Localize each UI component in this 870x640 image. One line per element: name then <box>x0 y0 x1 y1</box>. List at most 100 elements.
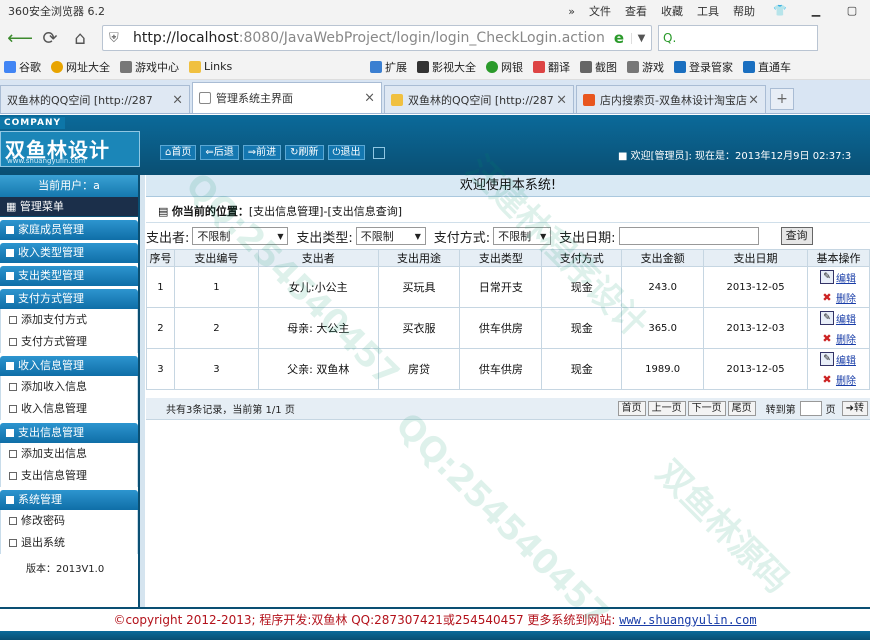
sidebar-item-add-payment[interactable]: 添加支付方式 <box>0 309 138 331</box>
page-number-input[interactable] <box>799 401 822 416</box>
ext-translate[interactable]: 翻译 <box>533 59 570 75</box>
shirt-icon[interactable]: 👕 <box>769 2 791 20</box>
edit-link[interactable]: 编辑 <box>836 270 856 285</box>
edit-icon[interactable]: ✎ <box>819 311 834 325</box>
fav-google[interactable]: 谷歌 <box>4 59 41 75</box>
nav-logout-button[interactable]: ⏻退出 <box>327 145 366 160</box>
sidebar-section-income[interactable]: 收入信息管理 <box>0 356 138 376</box>
back-arrow-icon: ⇐ <box>205 147 214 158</box>
cell-id: 3 <box>173 348 259 390</box>
edit-icon[interactable]: ✎ <box>819 270 834 284</box>
close-icon[interactable]: × <box>172 92 183 107</box>
ext-login-manager[interactable]: 登录管家 <box>674 59 733 75</box>
tab-qq-space-2[interactable]: 双鱼林的QQ空间 [http://287 × <box>384 85 574 113</box>
menu-view[interactable]: 查看 <box>625 3 647 19</box>
next-page-button[interactable]: 下一页 <box>687 401 726 416</box>
sidebar-item-manage-expense[interactable]: 支出信息管理 <box>0 465 138 487</box>
type-select[interactable]: 不限制 ▼ <box>355 227 426 245</box>
column-header: 支出金额 <box>621 249 705 267</box>
nav-home-button[interactable]: ⌂首页 <box>160 145 197 160</box>
ext-direct[interactable]: 直通车 <box>743 59 791 75</box>
new-tab-button[interactable]: + <box>770 88 794 110</box>
minimize-icon[interactable]: ▁ <box>805 2 827 20</box>
cell-payer: 女儿:小公主 <box>257 266 379 308</box>
fav-game-center[interactable]: 游戏中心 <box>120 59 179 75</box>
method-select[interactable]: 不限制 ▼ <box>493 227 552 245</box>
query-button[interactable]: 查询 <box>780 227 813 245</box>
menu-tools[interactable]: 工具 <box>697 3 719 19</box>
ext-screenshot[interactable]: 截图 <box>580 59 617 75</box>
sidebar-item-manage-payment[interactable]: 支付方式管理 <box>0 331 138 353</box>
key-icon <box>674 61 686 73</box>
grid-icon[interactable] <box>373 147 386 159</box>
sidebar-section-system[interactable]: 系统管理 <box>0 490 138 510</box>
ext-games[interactable]: 游戏 <box>627 59 664 75</box>
sidebar-item-change-password[interactable]: 修改密码 <box>0 510 138 532</box>
sidebar-item-add-income[interactable]: 添加收入信息 <box>0 376 138 398</box>
ext-video[interactable]: 影视大全 <box>417 59 476 75</box>
sidebar-section-expense[interactable]: 支出信息管理 <box>0 423 138 443</box>
fav-site-list[interactable]: 网址大全 <box>51 59 110 75</box>
ext-bank[interactable]: 网银 <box>486 59 523 75</box>
last-page-button[interactable]: 尾页 <box>727 401 756 416</box>
sidebar-splitter[interactable] <box>140 175 145 607</box>
page-title: 欢迎使用本系统! <box>146 175 870 197</box>
first-page-button[interactable]: 首页 <box>617 401 646 416</box>
refresh-icon[interactable]: ⟳ <box>36 25 64 51</box>
scissors-icon <box>580 61 592 73</box>
edit-link[interactable]: 编辑 <box>836 311 856 326</box>
delete-link[interactable]: 删除 <box>836 372 856 387</box>
nav-back-button[interactable]: ⇐后退 <box>200 145 239 160</box>
sidebar-section-payment-method[interactable]: 支付方式管理 <box>0 289 138 309</box>
cell-id: 1 <box>173 266 259 308</box>
nav-refresh-button[interactable]: ↻刷新 <box>285 145 324 160</box>
ie-e-icon[interactable]: e <box>607 29 631 47</box>
sidebar-section-family[interactable]: 家庭成员管理 <box>0 220 138 240</box>
delete-link[interactable]: 删除 <box>836 331 856 346</box>
nav-forward-button[interactable]: ⇒前进 <box>242 145 282 160</box>
edit-icon[interactable]: ✎ <box>819 352 834 366</box>
search-engine-icon[interactable]: Q. <box>663 31 676 45</box>
fav-links[interactable]: Links <box>189 60 232 73</box>
delete-icon[interactable]: ✖ <box>820 373 834 386</box>
sidebar-section-expense-type[interactable]: 支出类型管理 <box>0 266 138 286</box>
close-icon[interactable]: × <box>364 91 375 106</box>
home-icon[interactable]: ⌂ <box>66 25 94 51</box>
website-link[interactable]: www.shuangyulin.com <box>619 613 756 627</box>
maximize-icon[interactable]: ▢ <box>841 2 863 20</box>
payer-select[interactable]: 不限制 ▼ <box>192 227 289 245</box>
edit-link[interactable]: 编辑 <box>836 352 856 367</box>
current-user: 当前用户：a <box>0 175 138 197</box>
date-input[interactable] <box>618 227 759 245</box>
url-input[interactable]: ⛨ http://localhost :8080/JavaWebProject/… <box>102 25 652 51</box>
go-button[interactable]: ➜转 <box>841 401 868 416</box>
sidebar-item-logout[interactable]: 退出系统 <box>0 532 138 554</box>
prev-page-button[interactable]: 上一页 <box>647 401 686 416</box>
delete-link[interactable]: 删除 <box>836 290 856 305</box>
gamepad-icon <box>627 61 639 73</box>
document-icon: ▤ <box>158 205 172 218</box>
close-icon[interactable]: × <box>556 92 567 107</box>
menu-file[interactable]: 文件 <box>589 3 611 19</box>
ext-extensions[interactable]: 扩展 <box>370 59 407 75</box>
sidebar-section-income-type[interactable]: 收入类型管理 <box>0 243 138 263</box>
tab-taobao-search[interactable]: 店内搜索页-双鱼林设计淘宝店 × <box>576 85 766 113</box>
back-arrow-icon[interactable]: ⟵ <box>6 25 34 51</box>
search-input[interactable]: Q. <box>658 25 818 51</box>
cell-date: 2013-12-03 <box>703 307 808 349</box>
delete-icon[interactable]: ✖ <box>820 291 834 304</box>
tab-qq-space-1[interactable]: 双鱼林的QQ空间 [http://287 × <box>0 85 190 113</box>
column-header: 支出者 <box>257 249 379 267</box>
delete-icon[interactable]: ✖ <box>820 332 834 345</box>
tab-management[interactable]: 管理系统主界面 × <box>192 82 382 113</box>
sidebar-item-add-expense[interactable]: 添加支出信息 <box>0 443 138 465</box>
sidebar-item-manage-income[interactable]: 收入信息管理 <box>0 398 138 420</box>
menu-help[interactable]: 帮助 <box>733 3 755 19</box>
cell-seq: 1 <box>146 266 175 308</box>
close-icon[interactable]: × <box>748 92 759 107</box>
chevron-right-icon[interactable]: » <box>568 5 575 18</box>
menu-favorites[interactable]: 收藏 <box>661 3 683 19</box>
column-header: 支出用途 <box>377 249 461 267</box>
cell-id: 2 <box>173 307 259 349</box>
chevron-down-icon[interactable]: ▼ <box>631 32 651 44</box>
